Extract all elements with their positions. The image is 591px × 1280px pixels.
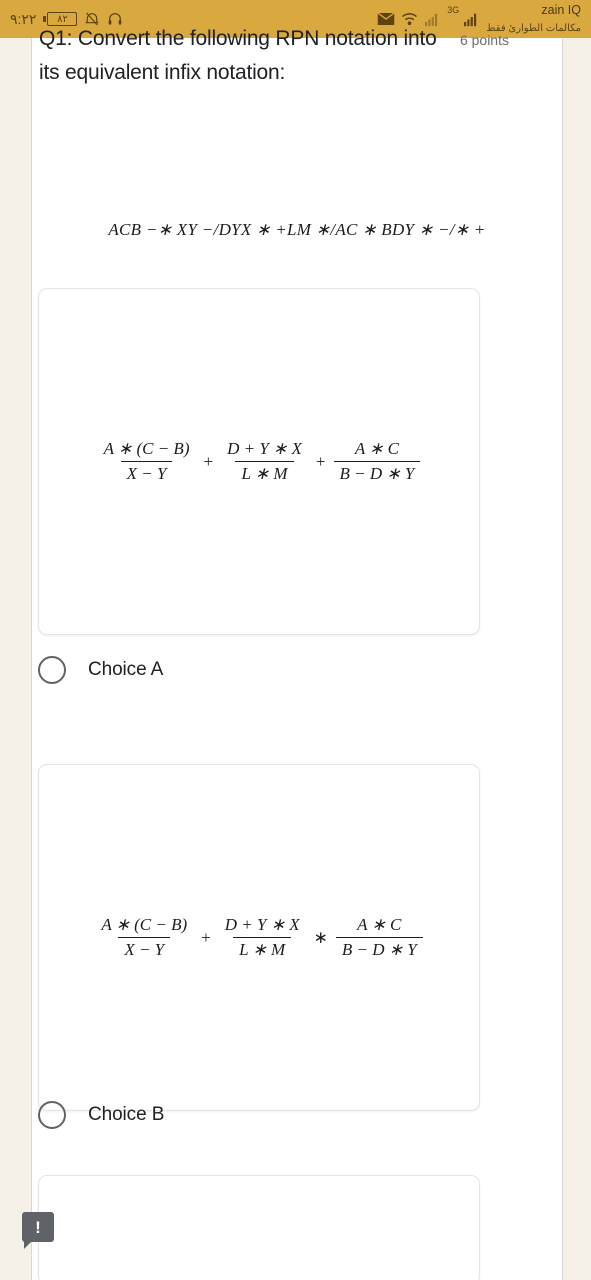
fraction-denominator: X − Y: [118, 937, 171, 960]
clock: ٩:٢٢: [10, 10, 37, 27]
operator-a2: +: [315, 451, 326, 471]
points-label: 6 points: [459, 32, 509, 48]
fraction-b1: A ∗ (C − B) X − Y: [95, 915, 193, 960]
fraction-numerator: A ∗ (C − B): [103, 439, 190, 458]
error-badge-symbol: !: [35, 1217, 41, 1237]
radio-button-b[interactable]: [38, 1101, 66, 1129]
carrier-name: zain IQ: [541, 3, 581, 18]
rpn-expression: ACB −∗ XY −/DYX ∗ +LM ∗/AC ∗ BDY ∗ −/∗ +: [108, 220, 486, 239]
option-card-b[interactable]: A ∗ (C − B) X − Y + D + Y ∗ X L ∗ M ∗ A …: [38, 764, 480, 1111]
required-error-badge[interactable]: !: [22, 1212, 54, 1249]
formula-b: A ∗ (C − B) X − Y + D + Y ∗ X L ∗ M ∗ A …: [95, 915, 423, 960]
fraction-denominator: X − Y: [120, 461, 173, 484]
fraction-b3: A ∗ C B − D ∗ Y: [335, 915, 423, 960]
fraction-numerator: D + Y ∗ X: [224, 915, 300, 934]
fraction-denominator: L ∗ M: [233, 937, 292, 960]
option-card-c[interactable]: [38, 1175, 480, 1280]
operator-b2: ∗: [313, 927, 328, 947]
option-row-b[interactable]: Choice B: [38, 1101, 164, 1129]
fraction-numerator: A ∗ C: [354, 439, 400, 458]
option-row-a[interactable]: Choice A: [38, 656, 163, 684]
fraction-numerator: A ∗ C: [357, 915, 402, 934]
svg-text:×: ×: [434, 13, 437, 19]
fraction-denominator: L ∗ M: [235, 461, 294, 484]
option-label-a: Choice A: [88, 659, 164, 680]
option-card-a[interactable]: A ∗ (C − B) X − Y + D + Y ∗ X L ∗ M + A …: [38, 288, 480, 635]
radio-button-a[interactable]: [38, 656, 66, 684]
network-type-label: 3G: [447, 5, 460, 16]
fraction-a1: A ∗ (C − B) X − Y: [98, 439, 196, 484]
fraction-b2: D + Y ∗ X L ∗ M: [219, 915, 306, 960]
fraction-numerator: D + Y ∗ X: [227, 439, 302, 458]
fraction-denominator: B − D ∗ Y: [333, 461, 421, 484]
option-label-b: Choice B: [88, 1104, 165, 1125]
question-block: Q1: Convert the following RPN notation i…: [39, 22, 509, 90]
fraction-a3: A ∗ C B − D ∗ Y: [333, 439, 421, 484]
question-title: Q1: Convert the following RPN notation i…: [39, 27, 437, 84]
fraction-numerator: A ∗ (C − B): [101, 915, 188, 934]
formula-a: A ∗ (C − B) X − Y + D + Y ∗ X L ∗ M + A …: [98, 439, 421, 484]
fraction-a2: D + Y ∗ X L ∗ M: [221, 439, 308, 484]
phone-screen: ٩:٢٢ ٨٢ × 3G zain IQ مكالمات الطوارئ فقط…: [0, 0, 591, 1280]
operator-b1: +: [201, 927, 211, 947]
operator-a1: +: [203, 451, 214, 471]
fraction-denominator: B − D ∗ Y: [335, 937, 423, 960]
